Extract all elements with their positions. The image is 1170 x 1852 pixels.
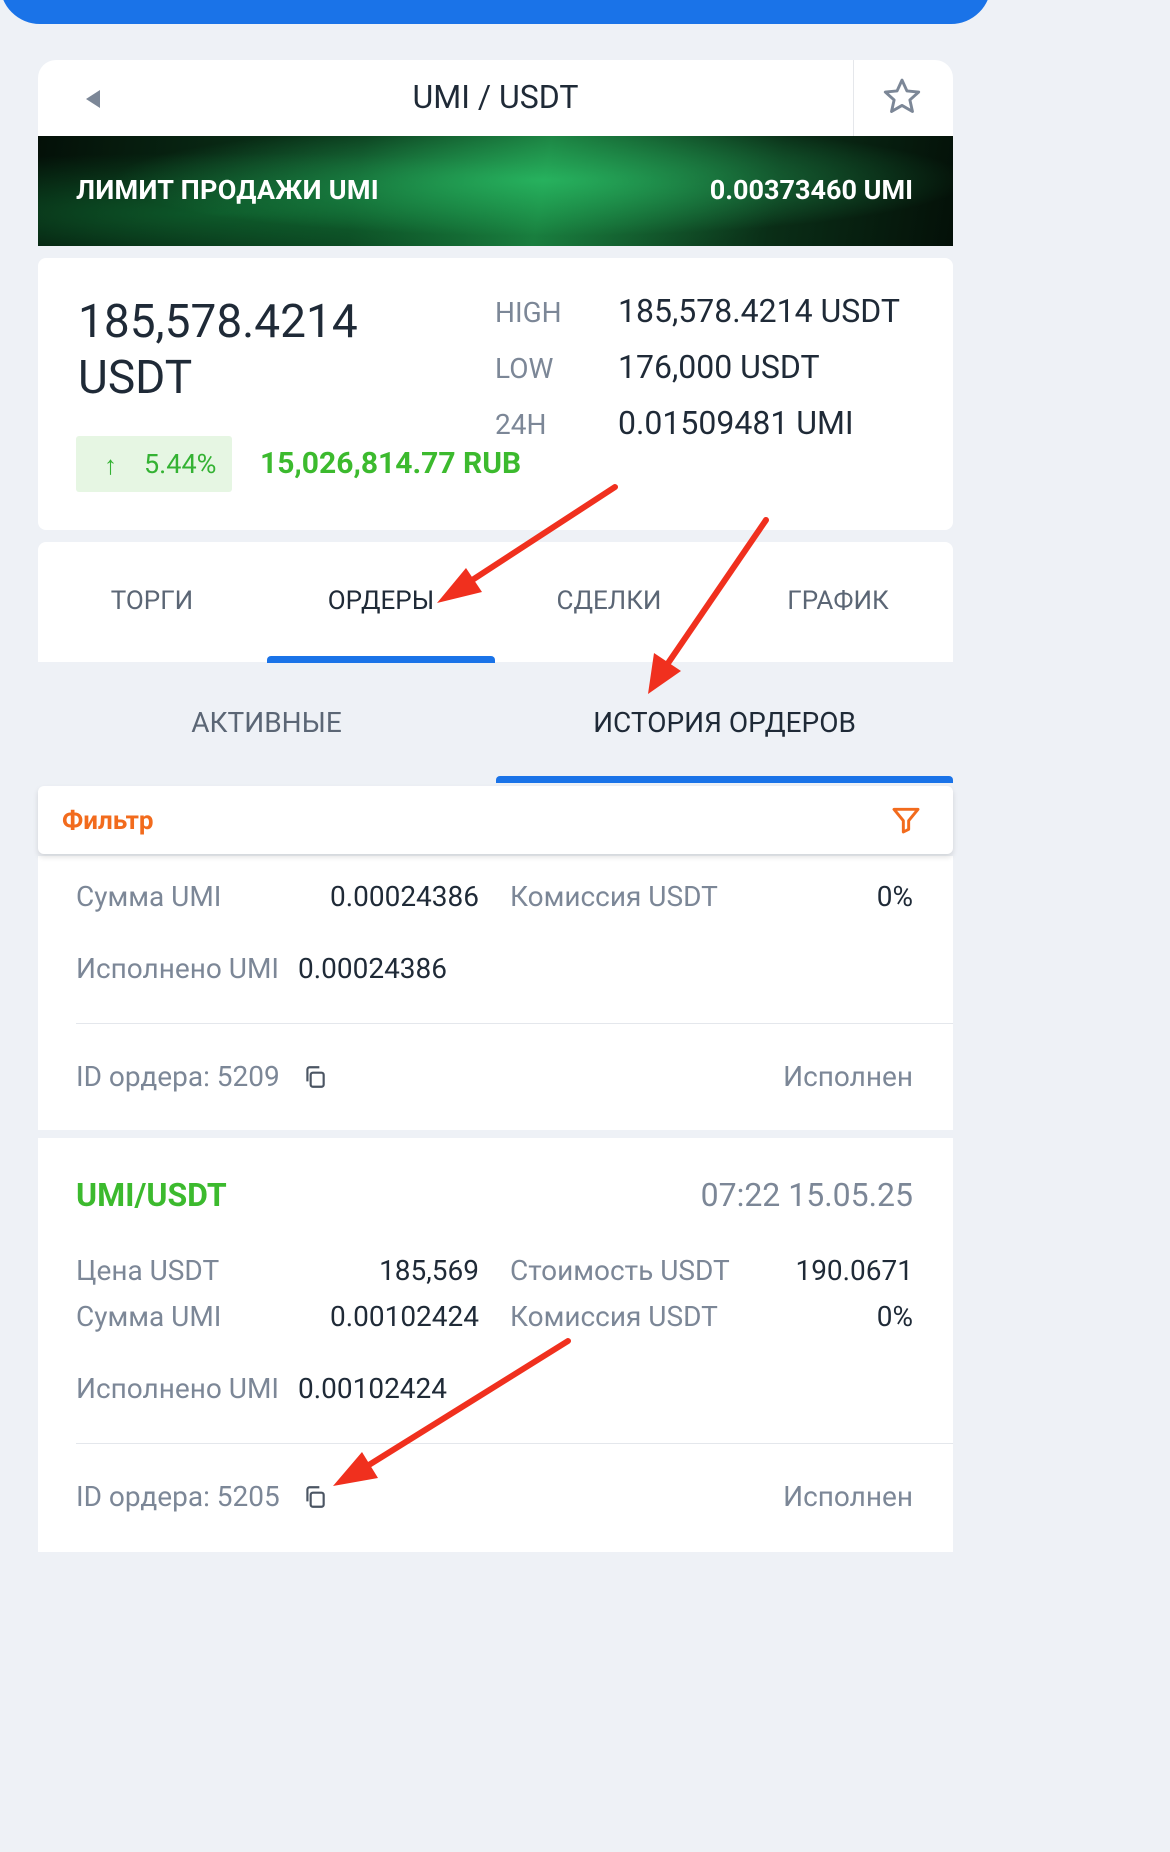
main-tabs: ТОРГИ ОРДЕРЫ СДЕЛКИ ГРАФИК	[38, 542, 953, 663]
arrow-up-icon: ↑	[104, 451, 117, 481]
copy-icon[interactable]	[302, 1484, 328, 1510]
tab-trading[interactable]: ТОРГИ	[38, 586, 266, 616]
amount-value: 0.00102424	[329, 1300, 479, 1333]
high-label: HIGH	[495, 296, 562, 329]
filled-value: 0.00024386	[298, 952, 448, 985]
header-divider	[853, 60, 854, 136]
tab-deals[interactable]: СДЕЛКИ	[495, 586, 723, 616]
amount-label: Сумма UMI	[76, 880, 222, 913]
last-price: 185,578.4214 USDT	[78, 294, 358, 406]
amount-value: 0.00024386	[329, 880, 479, 913]
amount-label: Сумма UMI	[76, 1300, 222, 1333]
pair-title: UMI / USDT	[412, 78, 579, 116]
order-time: 07:22 15.05.25	[700, 1176, 913, 1214]
pair-header: UMI / USDT	[38, 60, 953, 136]
order-card: Сумма UMI 0.00024386 Комиссия USDT 0% Ис…	[38, 856, 953, 1130]
order-id: ID ордера: 5209	[76, 1060, 280, 1093]
rub-price: 15,026,814.77 RUB	[260, 446, 522, 481]
cost-value: 190.0671	[795, 1254, 913, 1287]
order-status: Исполнен	[783, 1060, 913, 1093]
order-divider	[76, 1023, 953, 1024]
24h-value: 0.01509481 UMI	[618, 404, 854, 442]
low-label: LOW	[495, 352, 554, 385]
last-price-value: 185,578.4214	[78, 295, 358, 349]
fee-label: Комиссия USDT	[510, 1300, 718, 1333]
order-pair: UMI/USDT	[76, 1176, 227, 1214]
active-tab-indicator	[267, 656, 495, 663]
fee-value: 0%	[876, 1300, 913, 1333]
filled-label: Исполнено UMI	[76, 952, 279, 985]
cost-label: Стоимость USDT	[510, 1254, 730, 1287]
sell-limit-label: ЛИМИТ ПРОДАЖИ UMI	[76, 174, 380, 206]
high-value: 185,578.4214 USDT	[618, 292, 900, 330]
change-percent: 5.44%	[144, 448, 217, 480]
last-price-unit: USDT	[78, 351, 193, 405]
filter-label: Фильтр	[62, 806, 154, 836]
24h-label: 24H	[495, 408, 547, 441]
star-icon[interactable]	[880, 75, 924, 119]
active-subtab-indicator	[496, 776, 953, 783]
tab-chart[interactable]: ГРАФИК	[724, 586, 952, 616]
filter-icon[interactable]	[890, 804, 922, 836]
order-status: Исполнен	[783, 1480, 913, 1513]
sell-limit-value: 0.00373460 UMI	[709, 174, 913, 206]
subtab-order-history[interactable]: ИСТОРИЯ ОРДЕРОВ	[496, 706, 953, 739]
sell-limit-banner: ЛИМИТ ПРОДАЖИ UMI 0.00373460 UMI	[38, 136, 953, 246]
tab-orders[interactable]: ОРДЕРЫ	[267, 586, 495, 616]
filled-value: 0.00102424	[298, 1372, 448, 1405]
price-card: 185,578.4214 USDT ↑ 5.44% 15,026,814.77 …	[38, 258, 953, 530]
filled-label: Исполнено UMI	[76, 1372, 279, 1405]
price-value: 185,569	[379, 1254, 479, 1287]
price-label: Цена USDT	[76, 1254, 220, 1287]
order-id: ID ордера: 5205	[76, 1480, 280, 1513]
subtab-active-orders[interactable]: АКТИВНЫЕ	[38, 706, 495, 739]
fee-value: 0%	[876, 880, 913, 913]
top-action-bar[interactable]	[0, 0, 991, 24]
filter-bar[interactable]: Фильтр	[38, 786, 953, 854]
fee-label: Комиссия USDT	[510, 880, 718, 913]
order-divider	[76, 1443, 953, 1444]
copy-icon[interactable]	[302, 1064, 328, 1090]
order-card: UMI/USDT 07:22 15.05.25 Цена USDT 185,56…	[38, 1138, 953, 1552]
change-badge: ↑ 5.44%	[76, 436, 232, 492]
low-value: 176,000 USDT	[618, 348, 820, 386]
